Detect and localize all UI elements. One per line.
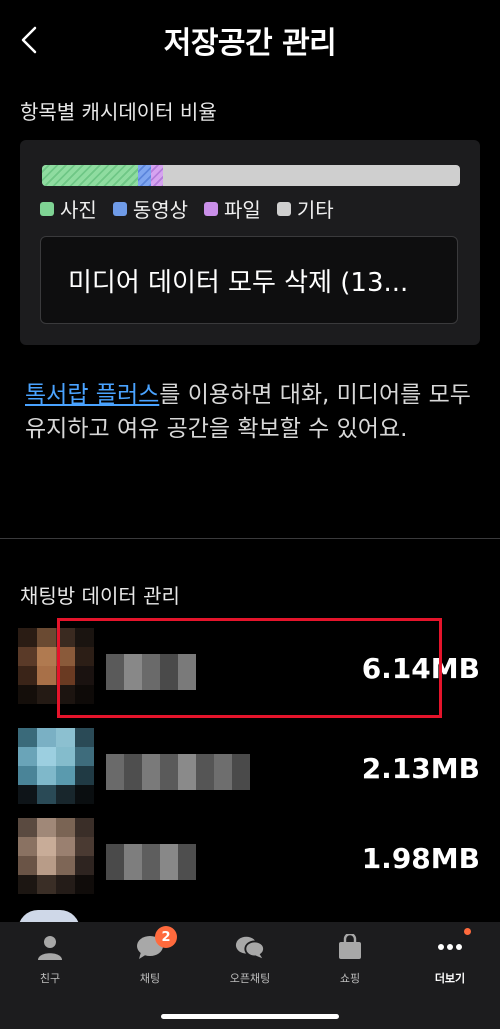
blurred-chat-name bbox=[106, 754, 250, 790]
highlight-box bbox=[57, 618, 442, 718]
cache-card: 사진 동영상 파일 기타 미디어 데이터 모두 삭제 (13... bbox=[20, 140, 480, 345]
unread-badge: 2 bbox=[155, 926, 177, 948]
legend-label: 동영상 bbox=[132, 198, 189, 222]
legend-swatch bbox=[276, 201, 291, 216]
tab-label: 쇼핑 bbox=[339, 972, 361, 985]
tab-open-chat[interactable]: 오픈채팅 bbox=[200, 932, 300, 986]
legend-swatch bbox=[112, 201, 127, 216]
legend-item-file: 파일 bbox=[204, 194, 261, 223]
promo-text: 톡서랍 플러스를 이용하면 대화, 미디어를 모두 유지하고 여유 공간을 확보… bbox=[25, 378, 480, 446]
tab-label: 오픈채팅 bbox=[229, 972, 271, 985]
chat-data-size: 1.98MB bbox=[361, 842, 480, 875]
bar-segment-photo bbox=[42, 165, 139, 186]
tab-label: 채팅 bbox=[139, 972, 161, 985]
tab-label: 더보기 bbox=[434, 972, 466, 985]
chat-room-row[interactable]: 2.13MB bbox=[18, 728, 480, 808]
person-icon bbox=[35, 932, 65, 962]
legend-item-other: 기타 bbox=[276, 194, 334, 223]
drawer-plus-link[interactable]: 톡서랍 플러스 bbox=[25, 382, 159, 408]
delete-all-media-button[interactable]: 미디어 데이터 모두 삭제 (13... bbox=[40, 236, 458, 324]
notification-dot bbox=[464, 928, 471, 935]
page-title: 저장공간 관리 bbox=[163, 26, 337, 61]
cache-ratio-bar bbox=[42, 165, 460, 186]
shopping-bag-icon bbox=[335, 932, 365, 962]
tab-shopping[interactable]: 쇼핑 bbox=[300, 932, 400, 986]
avatar bbox=[18, 818, 94, 894]
bar-segment-file bbox=[150, 165, 164, 186]
chat-data-size: 2.13MB bbox=[361, 752, 480, 785]
chat-icon: 2 bbox=[135, 926, 177, 962]
legend-label: 기타 bbox=[296, 198, 334, 222]
tab-more[interactable]: 더보기 bbox=[400, 928, 500, 986]
legend-swatch bbox=[204, 201, 219, 216]
open-chat-icon bbox=[235, 932, 265, 962]
avatar bbox=[18, 728, 94, 804]
legend: 사진 동영상 파일 기타 bbox=[40, 194, 334, 223]
legend-item-video: 동영상 bbox=[112, 194, 189, 223]
chat-room-row[interactable]: 1.98MB bbox=[18, 818, 480, 898]
divider bbox=[0, 538, 500, 539]
legend-swatch bbox=[40, 201, 54, 216]
legend-label: 사진 bbox=[60, 198, 97, 222]
bar-segment-video bbox=[138, 165, 151, 186]
tab-label: 친구 bbox=[39, 972, 61, 985]
chat-data-heading: 채팅방 데이터 관리 bbox=[20, 584, 180, 608]
cache-ratio-heading: 항목별 캐시데이터 비율 bbox=[20, 100, 217, 124]
tab-chats[interactable]: 2 채팅 bbox=[100, 926, 200, 986]
more-icon bbox=[435, 928, 471, 962]
blurred-chat-name bbox=[106, 844, 196, 880]
tab-friends[interactable]: 친구 bbox=[0, 932, 100, 986]
home-indicator bbox=[161, 1014, 339, 1019]
legend-label: 파일 bbox=[224, 198, 261, 222]
bottom-tab-bar: 친구 2 채팅 오픈채팅 쇼핑 더보기 bbox=[0, 922, 500, 1029]
legend-item-photo: 사진 bbox=[40, 194, 97, 223]
header: 저장공간 관리 bbox=[0, 0, 500, 80]
